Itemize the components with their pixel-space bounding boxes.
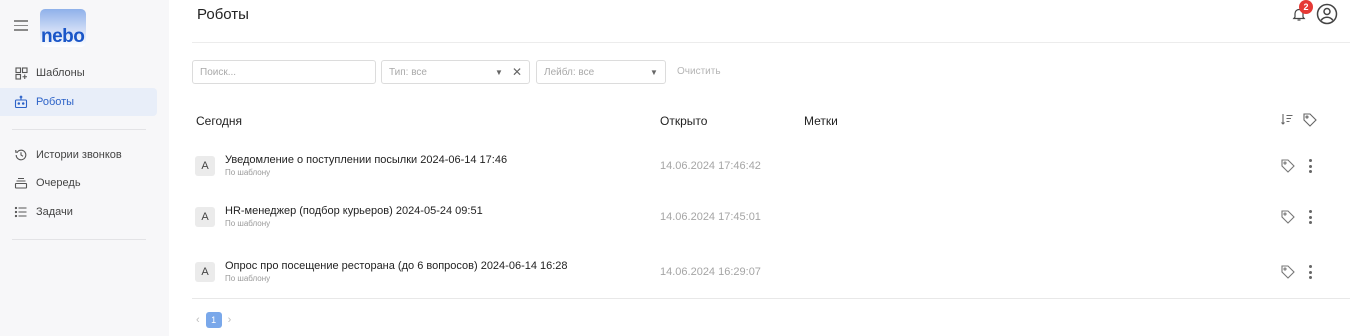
clear-filters-button[interactable]: Очистить bbox=[677, 66, 721, 77]
page-title: Роботы bbox=[197, 6, 249, 23]
label-filter-select[interactable]: Лейбл: все ▼ bbox=[536, 60, 666, 84]
sort-icon[interactable] bbox=[1280, 112, 1294, 133]
type-filter-value: Тип: все bbox=[389, 66, 427, 78]
notification-badge: 2 bbox=[1299, 0, 1313, 14]
sidebar-divider bbox=[12, 239, 146, 240]
sidebar-divider bbox=[12, 129, 146, 130]
sidebar-item-tasks[interactable]: Задачи bbox=[0, 198, 157, 226]
chevron-right-icon[interactable]: › bbox=[228, 314, 232, 326]
row-subtitle: По шаблону bbox=[225, 219, 271, 228]
row-avatar: A bbox=[195, 207, 215, 227]
more-options-icon[interactable] bbox=[1306, 159, 1314, 173]
row-avatar: A bbox=[195, 156, 215, 176]
column-opened[interactable]: Открыто bbox=[660, 114, 707, 128]
nebo-logo[interactable]: nebo bbox=[40, 9, 86, 47]
row-avatar: A bbox=[195, 262, 215, 282]
group-header: Сегодня bbox=[196, 114, 242, 128]
row-subtitle: По шаблону bbox=[225, 168, 271, 177]
hamburger-menu-icon[interactable] bbox=[14, 20, 28, 34]
table-divider bbox=[192, 298, 1350, 299]
queue-icon bbox=[14, 176, 28, 190]
sidebar-item-label: Очередь bbox=[36, 177, 81, 189]
sidebar-item-label: Истории звонков bbox=[36, 149, 122, 161]
search-placeholder: Поиск... bbox=[200, 66, 237, 78]
table-row[interactable]: A HR-менеджер (подбор курьеров) 2024-05-… bbox=[192, 198, 1350, 246]
row-title[interactable]: HR-менеджер (подбор курьеров) 2024-05-24… bbox=[225, 205, 483, 217]
tag-filter-icon[interactable] bbox=[1302, 112, 1318, 133]
close-icon[interactable]: ✕ bbox=[512, 65, 522, 79]
sidebar: nebo Шаблоны Роботы Истории звонков Очер… bbox=[0, 0, 169, 336]
more-options-icon[interactable] bbox=[1306, 210, 1314, 224]
tasks-icon bbox=[14, 205, 28, 219]
sidebar-item-robots[interactable]: Роботы bbox=[0, 88, 157, 116]
tag-icon[interactable] bbox=[1280, 158, 1296, 174]
chevron-down-icon[interactable]: ▼ bbox=[495, 68, 503, 77]
pagination: ‹ 1 › bbox=[196, 312, 231, 328]
chevron-down-icon[interactable]: ▼ bbox=[650, 68, 658, 77]
row-title[interactable]: Опрос про посещение ресторана (до 6 вопр… bbox=[225, 260, 568, 272]
row-opened-date: 14.06.2024 17:46:42 bbox=[660, 160, 761, 172]
table-row[interactable]: A Опрос про посещение ресторана (до 6 во… bbox=[192, 253, 1350, 301]
chevron-left-icon[interactable]: ‹ bbox=[196, 314, 200, 326]
user-avatar-icon[interactable] bbox=[1316, 3, 1338, 25]
row-subtitle: По шаблону bbox=[225, 274, 271, 283]
robot-icon bbox=[14, 95, 28, 109]
header-divider bbox=[192, 42, 1350, 43]
sidebar-item-label: Задачи bbox=[36, 206, 73, 218]
table-row[interactable]: A Уведомление о поступлении посылки 2024… bbox=[192, 147, 1350, 195]
logo-text: nebo bbox=[41, 26, 85, 47]
history-icon bbox=[14, 148, 28, 162]
sidebar-item-call-history[interactable]: Истории звонков bbox=[0, 141, 157, 169]
page-button[interactable]: 1 bbox=[205, 312, 222, 328]
tag-icon[interactable] bbox=[1280, 264, 1296, 280]
sidebar-item-templates[interactable]: Шаблоны bbox=[0, 59, 157, 87]
templates-icon bbox=[14, 66, 28, 80]
label-filter-value: Лейбл: все bbox=[544, 66, 595, 78]
sidebar-item-label: Роботы bbox=[36, 96, 75, 108]
column-tags: Метки bbox=[804, 114, 838, 128]
type-filter-select[interactable]: Тип: все ▼ ✕ bbox=[381, 60, 530, 84]
sidebar-item-label: Шаблоны bbox=[36, 67, 85, 79]
tag-icon[interactable] bbox=[1280, 209, 1296, 225]
row-opened-date: 14.06.2024 16:29:07 bbox=[660, 266, 761, 278]
search-input[interactable]: Поиск... bbox=[192, 60, 376, 84]
more-options-icon[interactable] bbox=[1306, 265, 1314, 279]
row-opened-date: 14.06.2024 17:45:01 bbox=[660, 211, 761, 223]
row-title[interactable]: Уведомление о поступлении посылки 2024-0… bbox=[225, 154, 507, 166]
sidebar-item-queue[interactable]: Очередь bbox=[0, 169, 157, 197]
